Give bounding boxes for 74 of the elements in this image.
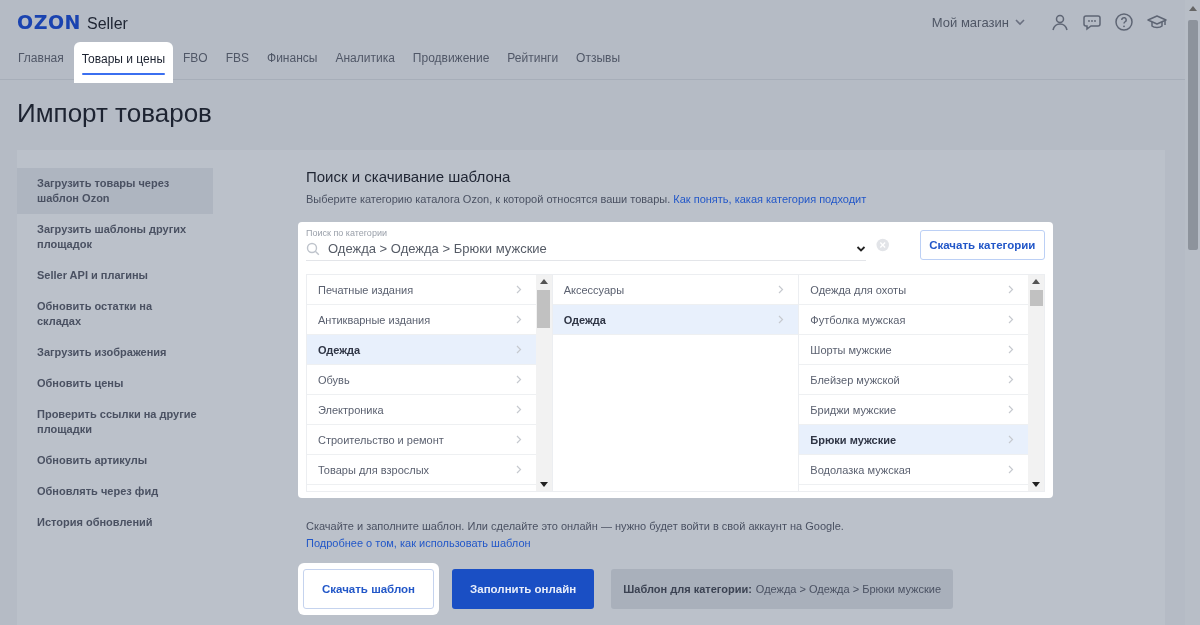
- chevron-right-icon: [1008, 405, 1014, 414]
- scrollbar[interactable]: [1028, 275, 1044, 491]
- scroll-down-icon[interactable]: [1032, 481, 1040, 487]
- template-help-link[interactable]: Подробнее о том, как использовать шаблон: [306, 537, 531, 549]
- chevron-right-icon: [1008, 345, 1014, 354]
- sidebar-item[interactable]: Seller API и плагины: [17, 260, 213, 291]
- help-link[interactable]: Как понять, какая категория подходит: [673, 193, 867, 205]
- section-title: Поиск и скачивание шаблона: [306, 168, 511, 185]
- sidebar-item[interactable]: Обновить цены: [17, 368, 213, 399]
- download-categories-button[interactable]: Скачать категории: [919, 229, 1045, 260]
- scroll-down-icon[interactable]: [539, 481, 548, 487]
- scrollbar-thumb[interactable]: [1187, 20, 1198, 250]
- section-description: Выберите категорию каталога Ozon, к которой относятся ваши товары. Как понять, какая категория подходит: [306, 193, 867, 205]
- scroll-up-icon[interactable]: [1188, 6, 1197, 12]
- sidebar-item[interactable]: История обновлений: [17, 507, 213, 538]
- help-icon[interactable]: [1115, 13, 1133, 31]
- scroll-up-icon[interactable]: [1032, 279, 1040, 285]
- scrollbar[interactable]: [535, 275, 552, 491]
- search-icon: [306, 241, 320, 256]
- logo[interactable]: OZON: [17, 11, 81, 33]
- category-item[interactable]: Электроника: [307, 395, 536, 425]
- sidebar-item[interactable]: Загрузить товары через шаблон Ozon: [17, 168, 213, 214]
- account-menu[interactable]: Мой магазин: [931, 14, 1025, 30]
- category-item[interactable]: Брюки мужские: [799, 425, 1028, 455]
- chevron-right-icon: [1008, 375, 1014, 384]
- category-item[interactable]: Одежда: [552, 305, 799, 335]
- chevron-down-icon: [856, 244, 867, 253]
- nav-tab[interactable]: FBO: [175, 41, 216, 79]
- scrollbar-thumb[interactable]: [1029, 290, 1043, 306]
- chat-icon[interactable]: [1083, 13, 1101, 31]
- category-item[interactable]: Строительство и ремонт: [307, 425, 536, 455]
- chevron-right-icon: [515, 465, 522, 474]
- nav-tab[interactable]: Аналитика: [327, 41, 403, 79]
- chevron-right-icon: [515, 315, 522, 324]
- sidebar-item[interactable]: Обновить остатки на складах: [17, 291, 213, 337]
- chevron-right-icon: [515, 435, 522, 444]
- chevron-right-icon: [778, 285, 785, 294]
- chevron-right-icon: [1008, 465, 1014, 474]
- nav-tab[interactable]: Главная: [10, 41, 72, 79]
- sidebar-item[interactable]: Обновлять через фид: [17, 476, 213, 507]
- action-button[interactable]: Заполнить онлайн: [452, 569, 595, 609]
- chevron-right-icon: [515, 375, 522, 384]
- scroll-up-icon[interactable]: [539, 279, 548, 285]
- nav-tab[interactable]: FBS: [217, 41, 258, 79]
- chevron-right-icon: [1008, 435, 1014, 444]
- sidebar-item[interactable]: Проверить ссылки на другие площадки: [17, 399, 213, 445]
- hint-text: Скачайте и заполните шаблон. Или сделайте это онлайн — нужно будет войти в свой аккаунт на Google.: [306, 520, 844, 532]
- action-button[interactable]: Скачать шаблон: [303, 569, 435, 609]
- chevron-right-icon: [515, 405, 522, 414]
- chevron-right-icon: [1008, 315, 1014, 324]
- chevron-right-icon: [515, 285, 522, 294]
- scrollbar-thumb[interactable]: [537, 290, 551, 328]
- sidebar-item[interactable]: Обновить артикулы: [17, 445, 213, 476]
- chevron-right-icon: [515, 345, 522, 354]
- graduation-cap-icon[interactable]: [1147, 13, 1167, 31]
- template-category-info: Шаблон для категории: Одежда > Одежда > Брюки мужские: [611, 569, 954, 609]
- nav-tab[interactable]: Финансы: [259, 41, 326, 79]
- category-item[interactable]: Товары для взрослых: [307, 455, 536, 485]
- nav-tab[interactable]: Отзывы: [568, 41, 629, 79]
- page-title: Импорт товаров: [17, 98, 213, 130]
- sidebar-item[interactable]: Загрузить изображения: [17, 337, 213, 368]
- logo-suffix: Seller: [87, 15, 128, 33]
- chevron-right-icon: [778, 315, 785, 324]
- nav-tab[interactable]: Продвижение: [404, 41, 498, 79]
- nav-tab[interactable]: Товары и цены: [73, 42, 173, 83]
- category-search-field[interactable]: Поиск по категории Одежда > Одежда > Брюки мужские: [306, 228, 867, 261]
- chevron-right-icon: [1008, 285, 1014, 294]
- nav-tab[interactable]: Рейтинги: [499, 41, 567, 79]
- category-item[interactable]: Обувь: [307, 365, 536, 395]
- user-icon[interactable]: [1051, 13, 1069, 31]
- category-item[interactable]: Одежда: [307, 335, 536, 365]
- chevron-down-icon: [1015, 18, 1025, 26]
- category-item[interactable]: Печатные издания: [307, 275, 536, 305]
- sidebar-item[interactable]: Загрузить шаблоны других площадок: [17, 214, 213, 260]
